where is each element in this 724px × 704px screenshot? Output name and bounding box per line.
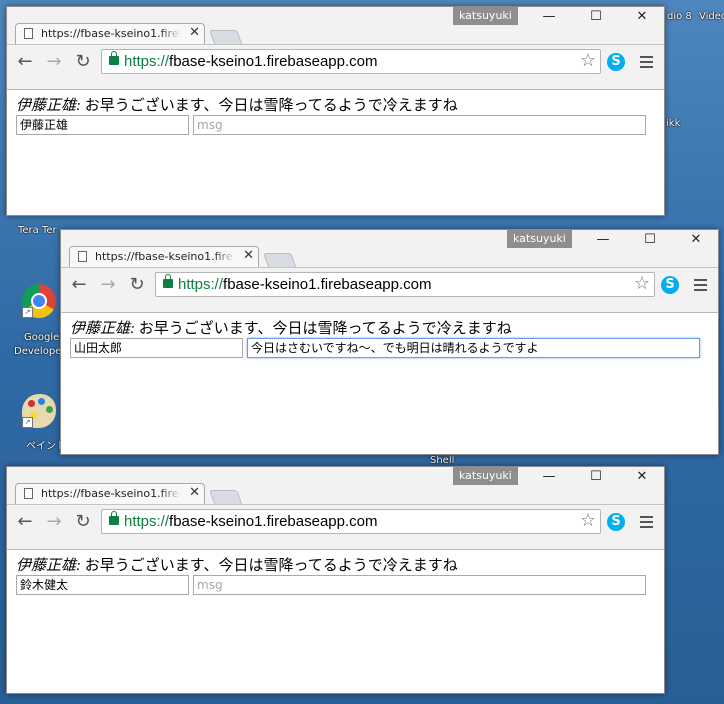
browser-window-2[interactable]: https://fbase-kseino1.firebaseapp.com ✕ …: [60, 229, 719, 455]
skype-extension-icon[interactable]: S: [607, 513, 625, 531]
browser-window-3[interactable]: https://fbase-kseino1.firebaseapp.com ✕ …: [6, 466, 665, 694]
tab-close-icon[interactable]: ✕: [189, 25, 200, 40]
menu-icon[interactable]: [640, 54, 653, 68]
name-input[interactable]: 山田太郎: [70, 338, 243, 358]
address-bar[interactable]: https://fbase-kseino1.firebaseapp.com ☆: [155, 272, 655, 297]
maximize-button[interactable]: ☐: [632, 231, 668, 249]
shortcut-arrow-icon: ↗: [22, 307, 33, 318]
url-host: fbase-kseino1.firebaseapp.com: [169, 513, 378, 530]
forward-icon[interactable]: →: [98, 275, 118, 295]
close-window-button[interactable]: ✕: [678, 231, 714, 249]
message-author: 伊藤正雄:: [70, 321, 135, 337]
minimize-button[interactable]: —: [585, 231, 621, 249]
profile-badge[interactable]: katsuyuki: [453, 467, 518, 485]
chat-message: 伊藤正雄: お早うございます、今日は雪降ってるようで冷えますね: [16, 94, 458, 115]
browser-toolbar: ← → ↻ https://fbase-kseino1.firebaseapp.…: [7, 44, 664, 82]
page-content: 伊藤正雄: お早うございます、今日は雪降ってるようで冷えますね 山田太郎 今日は…: [61, 312, 718, 454]
desktop-label-google[interactable]: Google: [24, 332, 59, 343]
tab-strip: https://fbase-kseino1.firebaseapp.com ✕ …: [7, 7, 664, 46]
browser-toolbar: ← → ↻ https://fbase-kseino1.firebaseapp.…: [7, 504, 664, 542]
bookmark-star-icon[interactable]: ☆: [634, 274, 650, 294]
forward-icon[interactable]: →: [44, 512, 64, 532]
lock-icon: [109, 511, 119, 525]
page-content: 伊藤正雄: お早うございます、今日は雪降ってるようで冷えますね 鈴木健太 msg: [7, 549, 664, 693]
url-text[interactable]: https://fbase-kseino1.firebaseapp.com: [124, 53, 378, 70]
tab-strip: https://fbase-kseino1.firebaseapp.com ✕ …: [7, 467, 664, 506]
message-text: お早うございます、今日は雪降ってるようで冷えますね: [81, 558, 458, 574]
window-frame: https://fbase-kseino1.firebaseapp.com ✕ …: [7, 467, 664, 549]
profile-badge[interactable]: katsuyuki: [453, 7, 518, 25]
tab-strip: https://fbase-kseino1.firebaseapp.com ✕ …: [61, 230, 718, 269]
back-icon[interactable]: ←: [15, 52, 35, 72]
message-author: 伊藤正雄:: [16, 558, 81, 574]
url-host: fbase-kseino1.firebaseapp.com: [223, 276, 432, 293]
maximize-button[interactable]: ☐: [578, 8, 614, 26]
lock-icon: [163, 274, 173, 288]
tab-title: https://fbase-kseino1.firebaseapp.com: [41, 487, 181, 500]
tab-title: https://fbase-kseino1.firebaseapp.com: [41, 27, 181, 40]
tab-close-icon[interactable]: ✕: [189, 485, 200, 500]
minimize-button[interactable]: —: [531, 8, 567, 26]
url-host: fbase-kseino1.firebaseapp.com: [169, 53, 378, 70]
minimize-button[interactable]: —: [531, 468, 567, 486]
url-scheme: https://: [124, 53, 170, 70]
name-input[interactable]: 鈴木健太: [16, 575, 189, 595]
reload-icon[interactable]: ↻: [127, 275, 147, 295]
desktop-label-studio[interactable]: dio 8: [667, 11, 692, 22]
desktop-label-ikk[interactable]: ikk: [666, 118, 680, 129]
message-author: 伊藤正雄:: [16, 98, 81, 114]
url-scheme: https://: [178, 276, 224, 293]
message-text: お早うございます、今日は雪降ってるようで冷えますね: [135, 321, 512, 337]
message-text: お早うございます、今日は雪降ってるようで冷えますね: [81, 98, 458, 114]
tab-close-icon[interactable]: ✕: [243, 248, 254, 263]
chat-message: 伊藤正雄: お早うございます、今日は雪降ってるようで冷えますね: [16, 554, 458, 575]
skype-extension-icon[interactable]: S: [661, 276, 679, 294]
chat-message: 伊藤正雄: お早うございます、今日は雪降ってるようで冷えますね: [70, 317, 512, 338]
msg-input[interactable]: 今日はさむいですね〜、でも明日は晴れるようですよ: [247, 338, 700, 358]
close-window-button[interactable]: ✕: [624, 468, 660, 486]
desktop-label-shell[interactable]: Shell: [430, 455, 454, 466]
msg-input[interactable]: msg: [193, 115, 646, 135]
window-frame: https://fbase-kseino1.firebaseapp.com ✕ …: [61, 230, 718, 312]
address-bar[interactable]: https://fbase-kseino1.firebaseapp.com ☆: [101, 49, 601, 74]
desktop-label-tera[interactable]: Tera Ter: [18, 225, 57, 236]
desktop-label-develop[interactable]: Develope: [14, 346, 61, 357]
paint-desktop-icon[interactable]: ↗: [22, 394, 56, 428]
msg-input[interactable]: msg: [193, 575, 646, 595]
bookmark-star-icon[interactable]: ☆: [580, 51, 596, 71]
lock-icon: [109, 51, 119, 65]
reload-icon[interactable]: ↻: [73, 52, 93, 72]
bookmark-star-icon[interactable]: ☆: [580, 511, 596, 531]
maximize-button[interactable]: ☐: [578, 468, 614, 486]
url-text[interactable]: https://fbase-kseino1.firebaseapp.com: [178, 276, 432, 293]
menu-icon[interactable]: [640, 514, 653, 528]
browser-toolbar: ← → ↻ https://fbase-kseino1.firebaseapp.…: [61, 267, 718, 305]
back-icon[interactable]: ←: [69, 275, 89, 295]
address-bar[interactable]: https://fbase-kseino1.firebaseapp.com ☆: [101, 509, 601, 534]
chrome-desktop-icon[interactable]: ↗: [22, 284, 56, 318]
close-window-button[interactable]: ✕: [624, 8, 660, 26]
browser-window-1[interactable]: https://fbase-kseino1.firebaseapp.com ✕ …: [6, 6, 665, 216]
forward-icon[interactable]: →: [44, 52, 64, 72]
skype-extension-icon[interactable]: S: [607, 53, 625, 71]
page-content: 伊藤正雄: お早うございます、今日は雪降ってるようで冷えますね 伊藤正雄 msg: [7, 89, 664, 215]
browser-tab[interactable]: https://fbase-kseino1.firebaseapp.com ✕: [15, 23, 205, 44]
menu-icon[interactable]: [694, 277, 707, 291]
window-frame: https://fbase-kseino1.firebaseapp.com ✕ …: [7, 7, 664, 89]
url-text[interactable]: https://fbase-kseino1.firebaseapp.com: [124, 513, 378, 530]
desktop-label-video[interactable]: Video: [699, 11, 724, 22]
profile-badge[interactable]: katsuyuki: [507, 230, 572, 248]
page-favicon-icon: [24, 28, 33, 39]
reload-icon[interactable]: ↻: [73, 512, 93, 532]
browser-tab[interactable]: https://fbase-kseino1.firebaseapp.com ✕: [15, 483, 205, 504]
tab-title: https://fbase-kseino1.firebaseapp.com: [95, 250, 235, 263]
name-input[interactable]: 伊藤正雄: [16, 115, 189, 135]
page-favicon-icon: [24, 488, 33, 499]
shortcut-arrow-icon: ↗: [22, 417, 33, 428]
back-icon[interactable]: ←: [15, 512, 35, 532]
page-favicon-icon: [78, 251, 87, 262]
browser-tab[interactable]: https://fbase-kseino1.firebaseapp.com ✕: [69, 246, 259, 267]
url-scheme: https://: [124, 513, 170, 530]
